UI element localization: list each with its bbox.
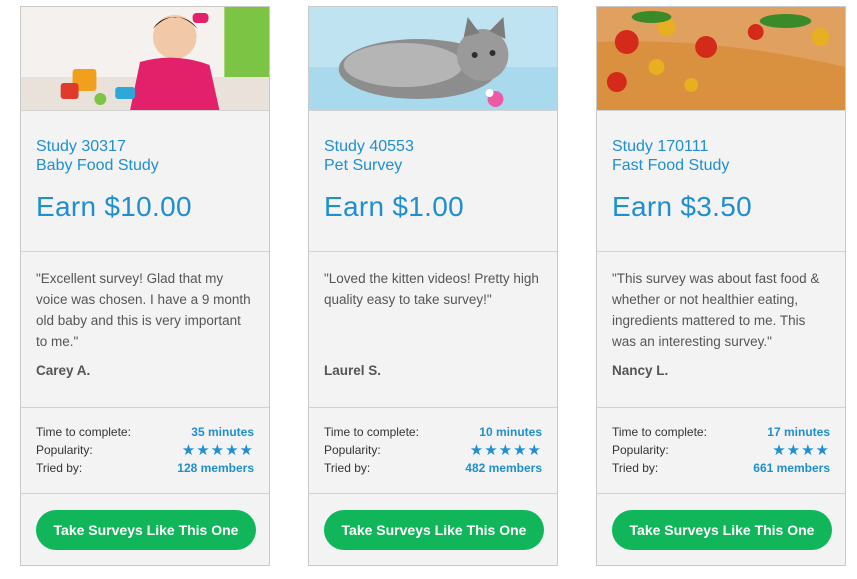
reviewer-name: Nancy L.	[612, 363, 669, 378]
stat-label: Tried by:	[612, 461, 659, 475]
baby-photo-icon	[21, 7, 269, 111]
study-id: Study 170111	[612, 138, 709, 155]
cta-wrap: Take Surveys Like This One	[309, 494, 557, 550]
time-value: 17 minutes	[767, 425, 830, 439]
study-header: Study 170111 Fast Food Study Earn $3.50	[597, 111, 845, 252]
stat-label: Time to complete:	[324, 425, 419, 439]
study-name: Baby Food Study	[36, 157, 159, 174]
time-value: 10 minutes	[479, 425, 542, 439]
star-rating-icon: ★★★★★	[181, 442, 254, 459]
stat-label: Popularity:	[36, 443, 93, 457]
earn-amount: Earn $3.50	[612, 191, 752, 222]
time-value: 35 minutes	[191, 425, 254, 439]
review-quote: "This survey was about fast food & wheth…	[612, 271, 820, 349]
tried-value: 128 members	[177, 461, 254, 475]
earn-amount: Earn $1.00	[324, 191, 464, 222]
stat-popularity: Popularity: ★★★★★	[324, 441, 542, 459]
take-surveys-button[interactable]: Take Surveys Like This One	[36, 510, 256, 550]
stat-label: Time to complete:	[36, 425, 131, 439]
review-section: "Excellent survey! Glad that my voice wa…	[21, 252, 269, 408]
survey-card: Study 170111 Fast Food Study Earn $3.50 …	[596, 6, 846, 566]
take-surveys-button[interactable]: Take Surveys Like This One	[612, 510, 832, 550]
stat-tried: Tried by: 661 members	[612, 459, 830, 477]
stat-popularity: Popularity: ★★★★★	[36, 441, 254, 459]
take-surveys-button[interactable]: Take Surveys Like This One	[324, 510, 544, 550]
reviewer-name: Laurel S.	[324, 363, 382, 378]
earn-amount: Earn $10.00	[36, 191, 192, 222]
tried-value: 661 members	[753, 461, 830, 475]
stat-popularity: Popularity: ★★★★	[612, 441, 830, 459]
study-header: Study 40553 Pet Survey Earn $1.00	[309, 111, 557, 252]
study-stats: Time to complete: 17 minutes Popularity:…	[597, 408, 845, 494]
review-quote: "Excellent survey! Glad that my voice wa…	[36, 271, 251, 349]
stat-label: Time to complete:	[612, 425, 707, 439]
study-name: Fast Food Study	[612, 157, 730, 174]
stat-label: Popularity:	[324, 443, 381, 457]
stat-tried: Tried by: 128 members	[36, 459, 254, 477]
pizza-photo-icon	[597, 7, 845, 111]
study-stats: Time to complete: 10 minutes Popularity:…	[309, 408, 557, 494]
study-name: Pet Survey	[324, 157, 403, 174]
cta-wrap: Take Surveys Like This One	[21, 494, 269, 550]
review-section: "This survey was about fast food & wheth…	[597, 252, 845, 408]
stat-label: Popularity:	[612, 443, 669, 457]
cat-photo-icon	[309, 7, 557, 111]
study-header: Study 30317 Baby Food Study Earn $10.00	[21, 111, 269, 252]
review-quote: "Loved the kitten videos! Pretty high qu…	[324, 271, 539, 307]
stat-label: Tried by:	[36, 461, 83, 475]
survey-card: Study 40553 Pet Survey Earn $1.00 "Loved…	[308, 6, 558, 566]
star-rating-icon: ★★★★★	[469, 442, 542, 459]
review-section: "Loved the kitten videos! Pretty high qu…	[309, 252, 557, 408]
reviewer-name: Carey A.	[36, 363, 91, 378]
survey-card: Study 30317 Baby Food Study Earn $10.00 …	[20, 6, 270, 566]
stat-time: Time to complete: 17 minutes	[612, 423, 830, 441]
stat-label: Tried by:	[324, 461, 371, 475]
study-id: Study 40553	[324, 138, 414, 155]
stat-time: Time to complete: 35 minutes	[36, 423, 254, 441]
stat-tried: Tried by: 482 members	[324, 459, 542, 477]
study-stats: Time to complete: 35 minutes Popularity:…	[21, 408, 269, 494]
tried-value: 482 members	[465, 461, 542, 475]
cta-wrap: Take Surveys Like This One	[597, 494, 845, 550]
survey-cards-row: Study 30317 Baby Food Study Earn $10.00 …	[0, 0, 857, 579]
star-rating-icon: ★★★★	[772, 442, 830, 459]
stat-time: Time to complete: 10 minutes	[324, 423, 542, 441]
study-id: Study 30317	[36, 138, 126, 155]
